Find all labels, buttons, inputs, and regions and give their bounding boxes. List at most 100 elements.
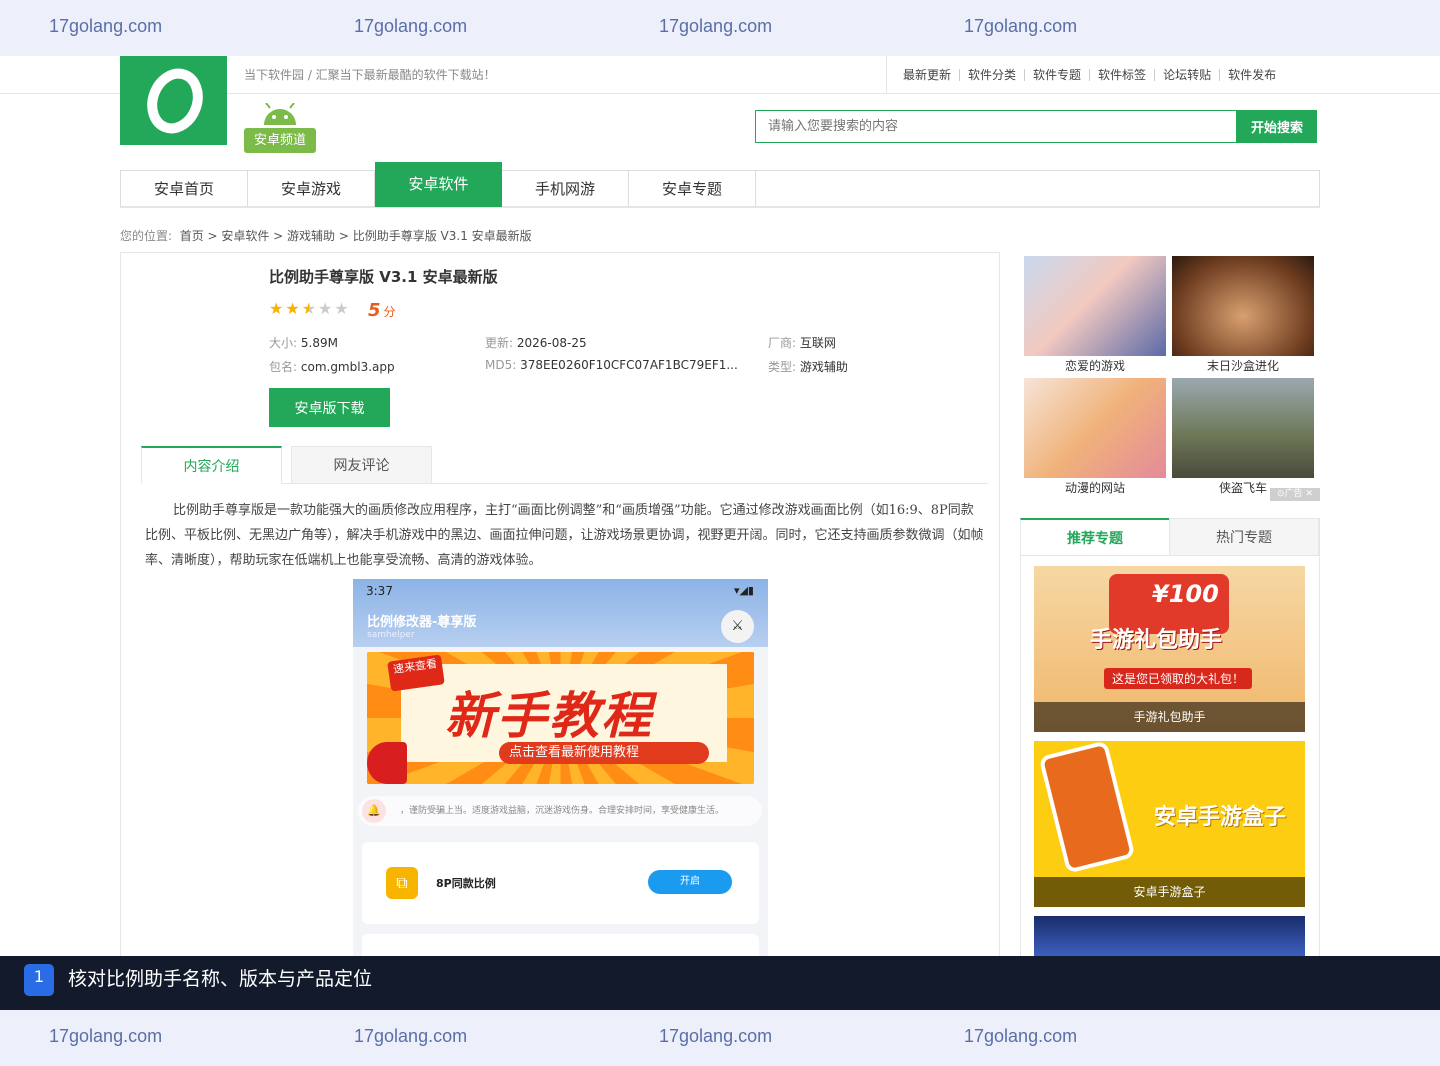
ratio-enable-button: 开启	[648, 870, 732, 894]
thumb-image	[1024, 378, 1166, 478]
search-input[interactable]	[755, 110, 1237, 143]
score-value: 5	[368, 300, 381, 321]
link-topics[interactable]: 软件专题	[1025, 69, 1091, 81]
topic-price: ¥100	[1152, 580, 1219, 608]
star-full-icon: ★	[269, 299, 284, 318]
option-card-2	[362, 934, 759, 956]
search-button[interactable]: 开始搜索	[1237, 110, 1317, 143]
logo-icon	[147, 68, 203, 134]
tab-android-topics[interactable]: 安卓专题	[629, 171, 756, 207]
main-nav: 安卓首页 安卓游戏 安卓软件 手机网游 安卓专题	[120, 162, 1320, 208]
ratio-icon: ⧉	[386, 867, 418, 899]
md5-value: 378EE0260F10CFC07AF1BC79EF1...	[520, 358, 738, 372]
tab-android-software[interactable]: 安卓软件	[375, 162, 502, 207]
breadcrumb-path[interactable]: 首页 > 安卓软件 > 游戏辅助 > 比例助手尊享版 V3.1 安卓最新版	[180, 229, 532, 243]
topic-caption: 安卓手游盒子	[1034, 877, 1305, 907]
star-half-icon: ★	[301, 299, 317, 318]
screenshot-app-subtitle: samhelper	[367, 630, 415, 640]
thumb-caption: 末日沙盒进化	[1206, 359, 1279, 373]
vendor-value: 互联网	[799, 336, 836, 350]
site-logo[interactable]	[120, 56, 227, 145]
topic-card[interactable]: 安卓手游盒子 安卓手游盒子	[1034, 741, 1305, 907]
topic-art-note: 这是您已领取的大礼包！	[1104, 668, 1253, 689]
link-latest[interactable]: 最新更新	[895, 69, 961, 81]
star-full-icon: ★	[285, 299, 300, 318]
link-tags[interactable]: 软件标签	[1090, 69, 1156, 81]
gun-icon: ⚔	[721, 610, 754, 643]
tab-android-home[interactable]: 安卓首页	[121, 171, 248, 207]
info-type: 类型: 游戏辅助	[768, 360, 848, 374]
thumb-image	[1024, 256, 1166, 356]
thumb-item[interactable]: 恋爱的游戏	[1024, 256, 1166, 373]
ratio-option-card: ⧉ 8P同款比例 开启	[362, 842, 759, 924]
notice-text: ，谨防受骗上当。适度游戏益脑，沉迷游戏伤身。合理安排时间，享受健康生活。	[400, 806, 725, 816]
thumb-item[interactable]: 侠盗飞车	[1172, 378, 1314, 495]
watermark-text: 17golang.com	[49, 1026, 163, 1046]
thumb-caption: 动漫的网站	[1064, 481, 1125, 495]
bell-icon: 🔔	[362, 799, 386, 823]
topic-caption: 手游礼包助手	[1034, 702, 1305, 732]
watermark-text: 17golang.com	[964, 1026, 1078, 1046]
star-empty-icon: ★	[334, 299, 349, 318]
thumb-item[interactable]: 末日沙盒进化	[1172, 256, 1314, 373]
thumb-caption: 恋爱的游戏	[1064, 359, 1125, 373]
thumb-item[interactable]: 动漫的网站	[1024, 378, 1166, 495]
info-vendor: 厂商: 互联网	[768, 336, 836, 350]
step-number: 1	[24, 964, 54, 996]
tab-android-games[interactable]: 安卓游戏	[248, 171, 375, 207]
status-time: 3:37	[366, 584, 393, 598]
app-screenshot: 3:37 ▾◢▮ 比例修改器-尊享版 samhelper ⚔ 新手教程 速来查看…	[353, 579, 768, 956]
ratio-option-label: 8P同款比例	[436, 877, 496, 890]
topic-art-title: 安卓手游盒子	[1154, 805, 1287, 830]
watermark-bar-top: 17golang.com 17golang.com 17golang.com 1…	[0, 0, 1440, 56]
app-description: 比例助手尊享版是一款功能强大的画质修改应用程序，主打“画面比例调整”和“画质增强…	[145, 503, 984, 568]
banner-cta: 点击查看最新使用教程	[499, 742, 709, 764]
thumb-image	[1172, 378, 1314, 478]
update-value: 2026-08-25	[516, 336, 587, 350]
android-download-button[interactable]: 安卓版下载	[269, 388, 390, 427]
top-links: 最新更新 软件分类 软件专题 软件标签 论坛转贴 软件发布	[886, 56, 1284, 94]
signal-battery-icon: ▾◢▮	[733, 584, 754, 597]
info-md5: MD5: 378EE0260F10CFC07AF1BC79EF1...	[485, 358, 738, 372]
topic-art-title: 手游礼包助手	[1090, 628, 1223, 653]
tab-comments[interactable]: 网友评论	[291, 446, 432, 484]
android-channel[interactable]: 安卓频道	[244, 103, 316, 153]
breadcrumb-prefix: 您的位置:	[120, 229, 173, 243]
link-categories[interactable]: 软件分类	[960, 69, 1026, 81]
megaphone-icon	[367, 742, 407, 784]
search-bar: 开始搜索	[755, 110, 1317, 143]
tab-hot-topics[interactable]: 热门专题	[1169, 518, 1319, 556]
info-size: 大小: 5.89M	[269, 336, 338, 350]
topic-card[interactable]: ¥100 手游礼包助手 这是您已领取的大礼包！ 手游礼包助手	[1034, 566, 1305, 732]
topic-card[interactable]	[1034, 916, 1305, 956]
link-publish[interactable]: 软件发布	[1220, 69, 1284, 81]
screenshot-header: 3:37 ▾◢▮ 比例修改器-尊享版 samhelper ⚔	[353, 579, 768, 647]
related-thumbs: 恋爱的游戏 末日沙盒进化 动漫的网站 侠盗飞车	[1024, 256, 1316, 501]
rating-stars: ★ ★ ★ ★ ★	[269, 301, 351, 317]
site-slogan: 当下软件园 / 汇聚当下最新最酷的软件下载站！	[244, 68, 496, 82]
watermark-text: 17golang.com	[964, 16, 1078, 36]
watermark-text: 17golang.com	[49, 16, 163, 36]
banner-headline: 新手教程	[445, 687, 653, 745]
app-title: 比例助手尊享版 V3.1 安卓最新版	[269, 268, 498, 286]
content-tabs: 内容介绍 网友评论	[141, 446, 988, 484]
tab-mobile-online-games[interactable]: 手机网游	[502, 171, 629, 207]
ad-label[interactable]: ⊙广告 ✕	[1270, 488, 1320, 501]
android-icon	[264, 103, 296, 125]
score-unit: 分	[383, 305, 396, 319]
health-notice: 🔔 ，谨防受骗上当。适度游戏益脑，沉迷游戏伤身。合理安排时间，享受健康生活。	[358, 796, 762, 826]
thumb-image	[1172, 256, 1314, 356]
size-value: 5.89M	[300, 336, 338, 350]
step-caption: 核对比例助手名称、版本与产品定位	[68, 968, 373, 990]
tab-description[interactable]: 内容介绍	[141, 446, 282, 484]
watermark-text: 17golang.com	[659, 16, 773, 36]
info-update: 更新: 2026-08-25	[485, 336, 587, 350]
watermark-bar-bottom: 17golang.com 17golang.com 17golang.com 1…	[0, 1010, 1440, 1066]
package-value: com.gmbl3.app	[300, 360, 395, 374]
watermark-text: 17golang.com	[354, 16, 468, 36]
android-channel-label: 安卓频道	[244, 128, 316, 153]
type-value: 游戏辅助	[799, 360, 848, 374]
tab-recommended-topics[interactable]: 推荐专题	[1020, 518, 1170, 556]
watermark-text: 17golang.com	[659, 1026, 773, 1046]
link-forum[interactable]: 论坛转贴	[1155, 69, 1221, 81]
